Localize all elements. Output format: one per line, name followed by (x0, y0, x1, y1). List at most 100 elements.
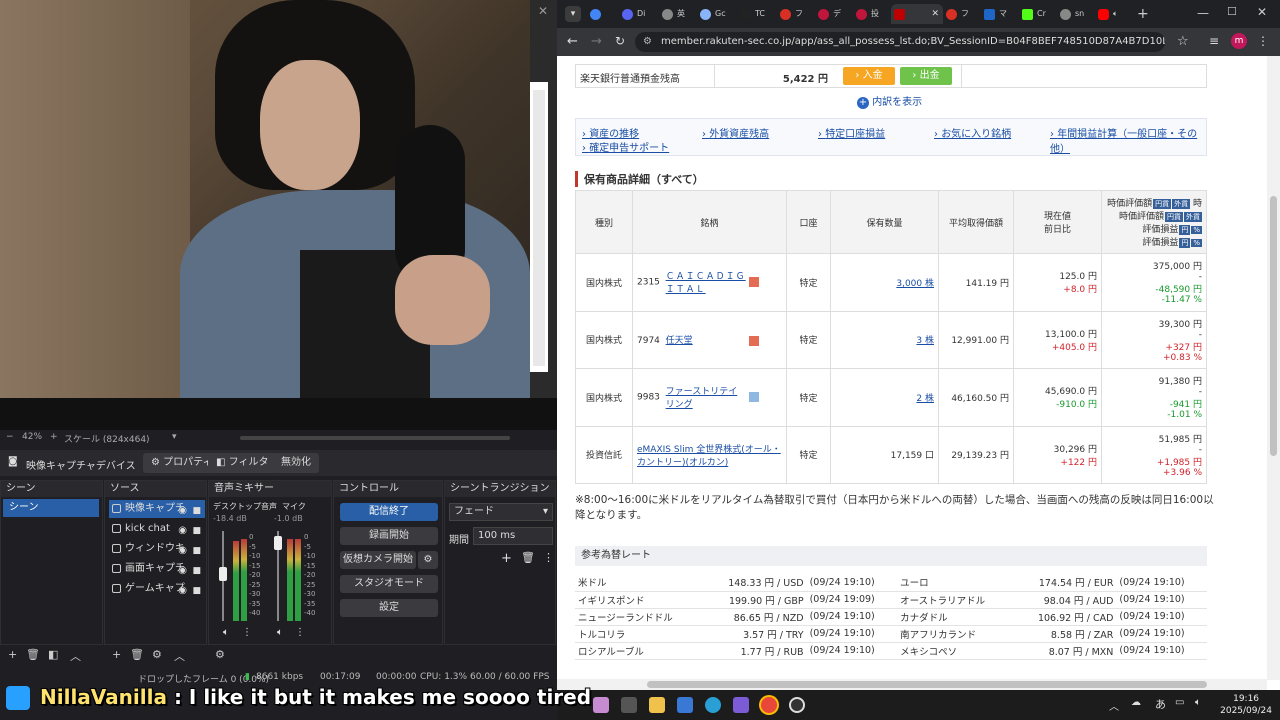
scroll-thumb[interactable] (1270, 196, 1277, 456)
folder-icon[interactable] (649, 697, 665, 713)
menu-icon[interactable]: ⋮ (1257, 34, 1269, 48)
more-icon[interactable]: ⋮ (543, 551, 554, 564)
volume-knob[interactable] (219, 567, 227, 581)
link-specific-account-pl[interactable]: › 特定口座損益 (818, 125, 885, 140)
tab[interactable]: TC (737, 4, 771, 24)
chart-icon[interactable] (748, 277, 759, 288)
link-annual-pl[interactable]: › 年間損益計算（一般口座・その他） (1050, 125, 1206, 155)
trash-icon[interactable]: 🗑︎ (521, 551, 535, 564)
gear-icon[interactable]: ⚙ (418, 551, 438, 569)
volume-knob[interactable] (274, 536, 282, 550)
tab[interactable]: マ (981, 4, 1015, 24)
close-tab-icon[interactable]: ✕ (931, 4, 939, 24)
trash-icon[interactable]: 🗑︎ (26, 648, 40, 661)
reload-icon[interactable]: ↻ (615, 34, 625, 48)
scroll-thumb[interactable] (647, 681, 1207, 688)
site-info-icon[interactable]: ⚙ (643, 32, 652, 52)
tab[interactable]: フ (777, 4, 811, 24)
speaker-icon[interactable]: 🔈︎ (1195, 697, 1201, 708)
source-item[interactable]: kick chat ◉ ■ (109, 520, 205, 538)
tab[interactable]: sn (1057, 4, 1091, 24)
profile-avatar[interactable]: m (1231, 33, 1247, 49)
period-input[interactable]: 100 ms (473, 527, 553, 545)
copilot-icon[interactable] (733, 697, 749, 713)
tab[interactable]: 🔈︎ (1095, 4, 1129, 24)
forward-icon[interactable]: → (591, 34, 602, 49)
tab[interactable]: デ (815, 4, 849, 24)
tab-active-rakuten[interactable]: ✕ (891, 4, 943, 24)
network-icon[interactable]: ▭ (1175, 697, 1184, 708)
back-icon[interactable]: ← (567, 34, 578, 49)
app-icon[interactable] (621, 697, 637, 713)
deposit-button[interactable]: › 入金 (843, 67, 895, 85)
zoom-out-icon[interactable]: − (6, 432, 14, 442)
scene-item[interactable]: シーン (3, 499, 99, 517)
speaker-icon[interactable]: 🔈︎ (223, 627, 229, 638)
gear-icon[interactable]: ⚙ (152, 648, 162, 661)
preview-scrollbar[interactable] (240, 436, 510, 440)
clock[interactable]: 19:16 2025/09/24 (1220, 693, 1272, 717)
add-icon[interactable]: + (501, 551, 512, 566)
source-item[interactable]: 映像キャプチ ◉ ■ (109, 500, 205, 518)
vertical-scrollbar[interactable] (1267, 56, 1280, 680)
eye-icon[interactable]: ◉ (178, 522, 187, 538)
filter-icon[interactable]: ◧ (48, 648, 58, 661)
maximize-icon[interactable]: ☐ (1227, 5, 1237, 18)
zoom-in-icon[interactable]: + (50, 432, 58, 442)
tab[interactable] (587, 4, 621, 24)
start-recording-button[interactable]: 録画開始 (340, 527, 438, 545)
stop-streaming-button[interactable]: 配信終了 (340, 503, 438, 521)
cloud-icon[interactable]: ☁ (1131, 697, 1141, 708)
trash-icon[interactable]: 🗑︎ (130, 648, 144, 661)
add-icon[interactable]: + (8, 648, 17, 661)
lock-icon[interactable]: ■ (192, 562, 201, 578)
speaker-icon[interactable]: 🔈︎ (277, 627, 283, 638)
scale-dropdown-icon[interactable]: ▾ (172, 432, 177, 442)
eye-icon[interactable]: ◉ (178, 542, 187, 558)
close-icon[interactable]: ✕ (538, 4, 548, 18)
deactivate-button[interactable]: 無効化 (273, 453, 319, 473)
tab[interactable]: Cr (1019, 4, 1053, 24)
more-icon[interactable]: ⋮ (242, 627, 252, 638)
withdraw-button[interactable]: › 出金 (900, 67, 952, 85)
gear-icon[interactable]: ⚙ (215, 648, 225, 661)
source-item[interactable]: ゲームキャプ ◉ ■ (109, 580, 205, 598)
chart-icon[interactable] (748, 392, 759, 403)
qty-link[interactable]: 3 株 (916, 336, 934, 346)
source-item[interactable]: ウィンドウキ ◉ ■ (109, 540, 205, 558)
link-asset-history[interactable]: › 資産の推移 (582, 125, 639, 140)
stock-link[interactable]: ファーストリテイリング (666, 384, 746, 410)
reading-list-icon[interactable]: ≡ (1209, 34, 1219, 48)
transition-select[interactable]: フェード ▾ (449, 503, 553, 521)
show-breakdown-link[interactable]: + 内訳を表示 (857, 93, 922, 109)
address-bar[interactable]: ⚙ member.rakuten-sec.co.jp/app/ass_all_po… (635, 32, 1165, 52)
start-virtual-camera-button[interactable]: 仮想カメラ開始 (340, 551, 416, 569)
link-tax-return[interactable]: › 確定申告サポート (582, 139, 669, 154)
star-icon[interactable]: ☆ (1177, 34, 1189, 49)
new-tab-icon[interactable]: + (1137, 6, 1149, 22)
minimize-icon[interactable]: — (1197, 6, 1209, 20)
tab[interactable]: 投 (853, 4, 887, 24)
chevron-up-icon[interactable]: ︿ (1109, 698, 1119, 713)
tab-search-icon[interactable]: ▾ (565, 6, 581, 22)
eye-icon[interactable]: ◉ (178, 502, 187, 518)
chart-icon[interactable] (748, 335, 759, 346)
chevron-up-icon[interactable]: ︿ (174, 648, 185, 664)
source-item[interactable]: 画面キャプチ ◉ ■ (109, 560, 205, 578)
edge-icon[interactable] (705, 697, 721, 713)
qty-link[interactable]: 2 株 (916, 394, 934, 404)
studio-mode-button[interactable]: スタジオモード (340, 575, 438, 593)
eye-icon[interactable]: ◉ (178, 582, 187, 598)
eye-icon[interactable]: ◉ (178, 562, 187, 578)
chrome-icon[interactable] (761, 697, 777, 713)
ime-indicator[interactable]: あ (1155, 696, 1166, 712)
add-icon[interactable]: + (112, 648, 121, 661)
settings-button[interactable]: 設定 (340, 599, 438, 617)
tab[interactable]: Di (619, 4, 653, 24)
obs-icon[interactable] (789, 697, 805, 713)
link-favorites[interactable]: › お気に入り銘柄 (934, 125, 1011, 140)
stock-link[interactable]: ＣＡＩＣＡＤＩＧＩＴＡＬ (666, 269, 746, 295)
store-icon[interactable] (677, 697, 693, 713)
filters-button[interactable]: ◧ フィルタ (208, 453, 277, 473)
tab[interactable]: 英 (659, 4, 693, 24)
